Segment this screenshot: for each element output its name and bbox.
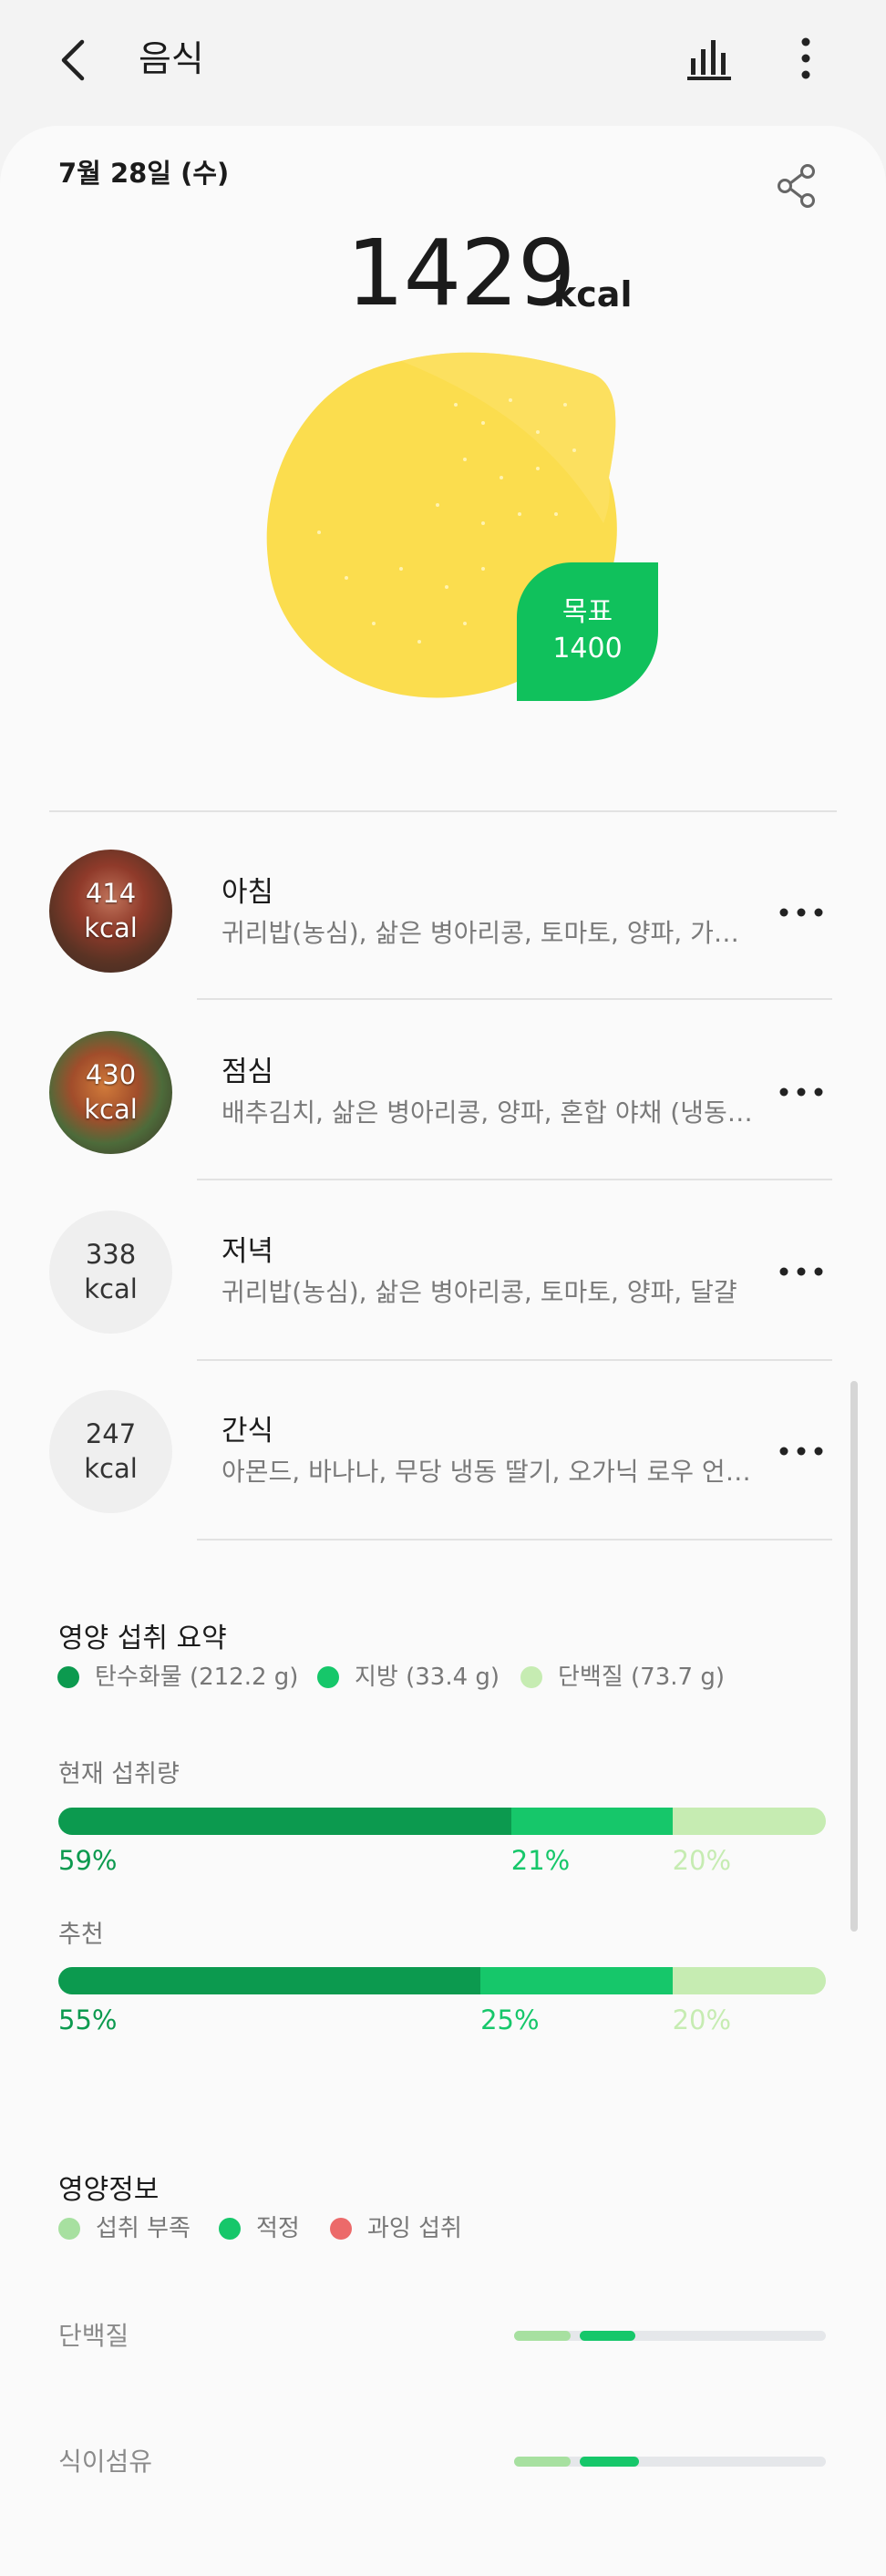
meal-kcal-value: 338 [85,1239,137,1270]
excess-legend-label: 과잉 섭취 [367,2215,462,2242]
current-fat-segment [510,1808,673,1835]
nutrient-label-protein: 단백질 [58,2321,129,2351]
meal-name: 간식 [222,1415,274,1448]
meal-kcal-value: 430 [85,1059,137,1090]
carbs-legend-dot [57,1666,79,1688]
meal-kcal-unit: kcal [84,912,138,943]
more-horizontal-icon[interactable] [777,1253,826,1290]
date-label: 7월 28일 (수) [58,158,230,189]
goal-text: 목표 1400 [517,594,658,667]
fat-legend-label: 지방 (33.4 g) [355,1664,500,1691]
nutrition-info-title: 영양정보 [58,2174,160,2206]
fat-legend-dot [317,1666,339,1688]
recommended-carbs-percent: 55% [58,2004,118,2035]
recommended-protein-segment [672,1967,826,1994]
goal-value: 1400 [552,633,623,665]
meal-row-dinner[interactable]: 338 kcal 저녁 귀리밥(농심), 삶은 병아리콩, 토마토, 양파, 달… [0,1180,886,1361]
recommended-label: 추천 [58,1921,104,1949]
meal-row-lunch[interactable]: 430 kcal 점심 배추김치, 삶은 병아리콩, 양파, 혼합 야채 (냉동… [0,1000,886,1180]
top-app-bar: 음식 [0,0,886,126]
more-vertical-icon[interactable] [788,33,824,84]
meal-kcal-value: 247 [85,1418,137,1449]
meal-photo-thumbnail[interactable]: 414 kcal [49,850,172,973]
goal-label: 목표 [561,596,613,628]
more-horizontal-icon[interactable] [777,1074,826,1110]
protein-legend-dot [520,1666,542,1688]
meal-kcal-unit: kcal [84,1273,138,1304]
meal-kcal-unit: kcal [84,1094,138,1125]
recommended-bar [58,1967,826,1994]
meal-kcal-circle[interactable]: 247 kcal [49,1390,172,1513]
current-protein-percent: 20% [672,1845,732,1876]
adequate-legend-dot [219,2218,241,2240]
recommended-fat-segment [480,1967,673,1994]
recommended-protein-percent: 20% [672,2004,732,2035]
meal-photo-thumbnail[interactable]: 430 kcal [49,1031,172,1154]
nutrition-summary-title: 영양 섭취 요약 [58,1623,227,1654]
share-icon[interactable] [773,160,820,211]
meal-kcal-unit: kcal [84,1453,138,1484]
current-intake-label: 현재 섭취량 [58,1760,180,1788]
recommended-carbs-segment [58,1967,481,1994]
recommended-fat-percent: 25% [480,2004,540,2035]
total-calories: 1429 [346,220,575,326]
meal-name: 아침 [222,876,274,909]
deficient-range-segment [514,2331,571,2341]
meal-name: 저녁 [222,1235,274,1268]
bar-chart-icon[interactable] [685,33,737,84]
meal-items: 아몬드, 바나나, 무당 냉동 딸기, 오가닉 로우 언필... [222,1457,759,1487]
nutrient-bar-fiber [514,2457,826,2467]
meal-kcal-circle[interactable]: 338 kcal [49,1211,172,1334]
current-carbs-segment [58,1808,511,1835]
deficient-legend-label: 섭취 부족 [96,2215,191,2242]
meal-items: 귀리밥(농심), 삶은 병아리콩, 토마토, 양파, 가자... [222,918,759,948]
current-intake-bar [58,1808,826,1835]
current-protein-segment [672,1808,826,1835]
section-divider [49,810,837,812]
nutrient-bar-protein [514,2331,826,2341]
meal-name: 점심 [222,1056,274,1088]
meal-row-breakfast[interactable]: 414 kcal 아침 귀리밥(농심), 삶은 병아리콩, 토마토, 양파, 가… [0,820,886,1000]
row-divider [197,1539,832,1540]
nutrient-label-fiber: 식이섬유 [58,2447,153,2477]
calories-unit: kcal [553,274,633,314]
more-horizontal-icon[interactable] [777,894,826,931]
deficient-range-segment [514,2457,571,2467]
meal-row-snack[interactable]: 247 kcal 간식 아몬드, 바나나, 무당 냉동 딸기, 오가닉 로우 언… [0,1359,886,1540]
deficient-legend-dot [58,2218,80,2240]
excess-legend-dot [330,2218,352,2240]
meal-kcal-value: 414 [85,878,137,909]
carbs-legend-label: 탄수화물 (212.2 g) [95,1664,299,1691]
adequate-range-segment [579,2457,639,2467]
current-carbs-percent: 59% [58,1845,118,1876]
protein-legend-label: 단백질 (73.7 g) [558,1664,725,1691]
current-fat-percent: 21% [510,1845,571,1876]
meal-items: 배추김치, 삶은 병아리콩, 양파, 혼합 야채 (냉동), ... [222,1097,759,1128]
adequate-range-segment [579,2331,636,2341]
adequate-legend-label: 적정 [256,2215,300,2242]
scrollbar[interactable] [850,1381,858,1932]
meal-items: 귀리밥(농심), 삶은 병아리콩, 토마토, 양파, 달걀 [222,1277,737,1307]
chevron-left-icon[interactable] [53,35,98,86]
page-title: 음식 [139,39,204,80]
more-horizontal-icon[interactable] [777,1433,826,1469]
